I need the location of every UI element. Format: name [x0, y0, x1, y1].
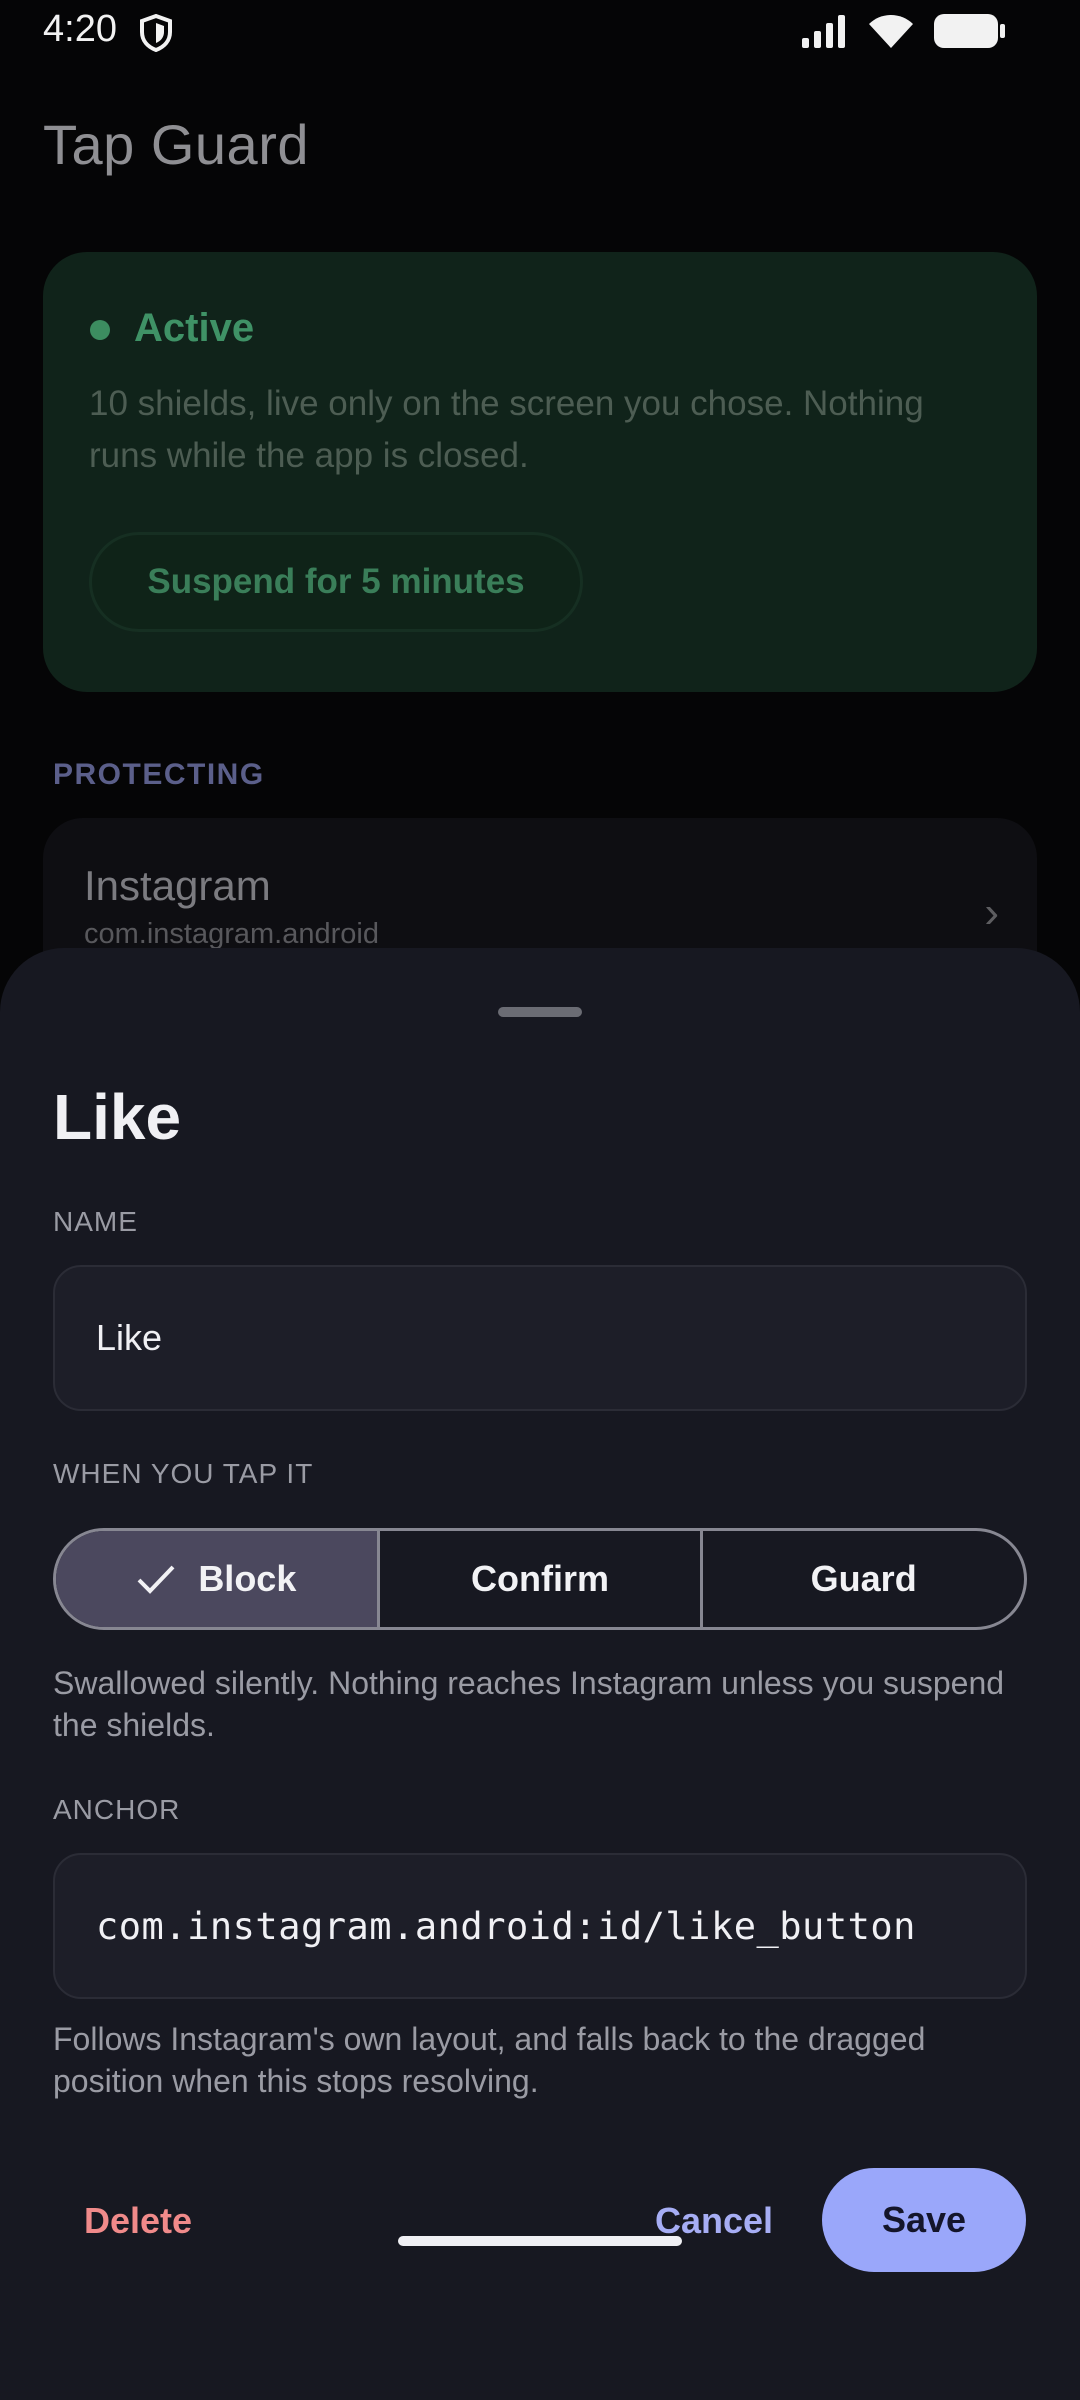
status-time: 4:20 [43, 8, 117, 50]
option-block[interactable]: Block [56, 1531, 377, 1627]
check-icon [137, 1565, 175, 1594]
app-title: Tap Guard [43, 113, 309, 176]
name-field-label: NAME [53, 1206, 138, 1237]
battery-icon [934, 13, 1006, 54]
drag-handle[interactable] [498, 1007, 582, 1017]
anchor-helper-text: Follows Instagram's own layout, and fall… [53, 2021, 926, 2099]
name-input[interactable]: Like [53, 1265, 1027, 1411]
status-label: Active [134, 306, 255, 350]
sheet-title: Like [53, 1081, 182, 1153]
status-description: 10 shields, live only on the screen you … [89, 384, 924, 475]
option-confirm[interactable]: Confirm [376, 1531, 701, 1627]
tap-action-label: WHEN YOU TAP IT [53, 1458, 314, 1489]
name-input-value: Like [96, 1317, 163, 1358]
option-confirm-label: Confirm [471, 1558, 609, 1599]
status-card: Active 10 shields, live only on the scre… [43, 252, 1037, 692]
protected-app-package: com.instagram.android [84, 918, 379, 950]
tap-action-segmented-control: Block Confirm Guard [53, 1528, 1027, 1630]
chevron-right-icon: › [984, 888, 999, 937]
protected-app-name: Instagram [84, 862, 271, 909]
wifi-icon [868, 13, 914, 54]
anchor-input[interactable]: com.instagram.android:id/like_button [53, 1853, 1027, 1999]
protecting-section-label: PROTECTING [53, 758, 265, 791]
shield-icon [139, 13, 173, 53]
anchor-field-label: ANCHOR [53, 1794, 181, 1825]
active-dot-icon [90, 320, 110, 340]
option-guard[interactable]: Guard [700, 1531, 1024, 1627]
signal-icon [800, 14, 848, 53]
option-block-label: Block [198, 1558, 297, 1599]
option-guard-label: Guard [810, 1558, 917, 1599]
save-button[interactable]: Save [822, 2168, 1026, 2272]
home-indicator[interactable] [398, 2236, 682, 2246]
delete-button[interactable]: Delete [84, 2200, 192, 2242]
suspend-button[interactable]: Suspend for 5 minutes [89, 532, 583, 632]
edit-shield-sheet: Like NAME Like WHEN YOU TAP IT Block Con… [0, 948, 1080, 2400]
anchor-input-value: com.instagram.android:id/like_button [96, 1904, 916, 1948]
tap-action-helper-text: Swallowed silently. Nothing reaches Inst… [53, 1665, 1005, 1743]
